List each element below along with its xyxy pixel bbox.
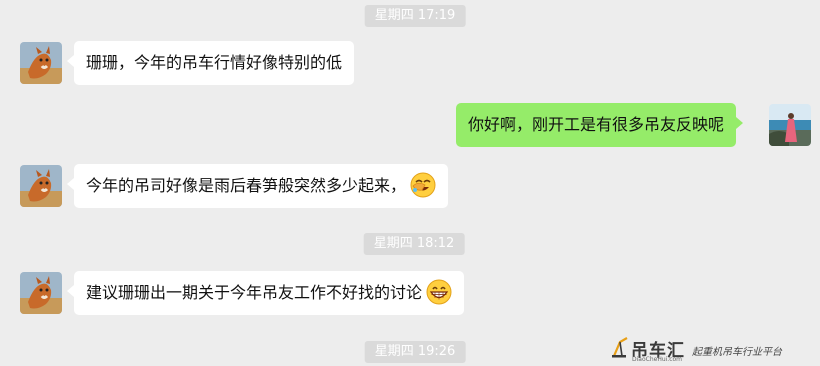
facepalm-laugh-emoji-icon (410, 172, 436, 198)
watermark: 吊车汇 DiaoCheHui.com 起重机吊车行业平台 (611, 336, 811, 364)
grin-emoji-icon (426, 279, 452, 305)
message-text: 建议珊珊出一期关于今年吊友工作不好找的讨论 (86, 283, 423, 302)
message-text: 你好啊，刚开工是有很多吊友反映呢 (468, 115, 725, 134)
crane-logo-icon (612, 337, 628, 358)
contact-avatar[interactable] (20, 165, 62, 207)
contact-avatar[interactable] (20, 272, 62, 314)
timestamp: 星期四 18:12 (363, 233, 465, 255)
message-bubble-outgoing[interactable]: 你好啊，刚开工是有很多吊友反映呢 (456, 103, 744, 147)
message-bubble-incoming[interactable]: 珊珊，今年的吊车行情好像特别的低 (66, 41, 355, 85)
message-text: 今年的吊司好像是雨后春笋般突然多少起来， (86, 176, 407, 195)
watermark-url: DiaoCheHui.com (632, 356, 683, 363)
watermark-slogan: 起重机吊车行业平台 (692, 347, 782, 358)
message-bubble-incoming[interactable]: 今年的吊司好像是雨后春笋般突然多少起来， (66, 164, 449, 208)
message-bubble-incoming[interactable]: 建议珊珊出一期关于今年吊友工作不好找的讨论 (66, 271, 465, 315)
chat-window: 星期四 17:19 珊珊，今年的吊车行情好像特别的低 你好啊，刚开工是有很多吊友… (0, 0, 820, 366)
contact-avatar[interactable] (20, 42, 62, 84)
timestamp: 星期四 17:19 (364, 5, 466, 27)
message-text: 珊珊，今年的吊车行情好像特别的低 (86, 53, 343, 72)
self-avatar[interactable] (769, 104, 811, 146)
timestamp: 星期四 19:26 (364, 341, 466, 363)
